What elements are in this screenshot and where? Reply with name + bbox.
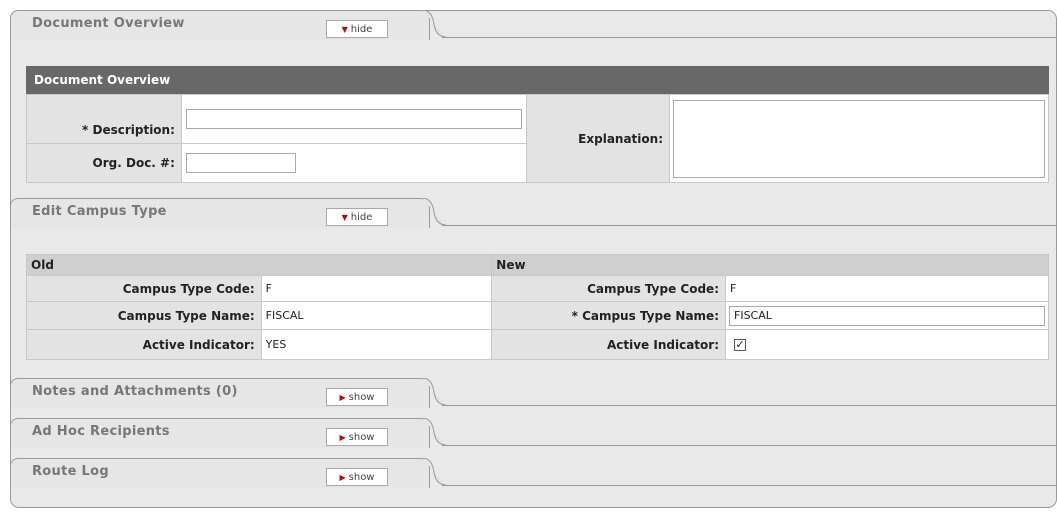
caret-down-icon: ▼ xyxy=(341,212,348,222)
campus-type-table: Old New Campus Type Code: F Campus Type … xyxy=(25,254,1049,360)
tab-curve xyxy=(422,198,446,226)
explanation-label: Explanation: xyxy=(525,94,671,183)
new-active-indicator-cell: ✓ xyxy=(725,329,1049,360)
section-header: Document Overview xyxy=(26,66,1049,94)
new-campus-type-code-label: Campus Type Code: xyxy=(491,275,726,302)
tab-line xyxy=(442,445,1057,446)
old-campus-type-name-value: FISCAL xyxy=(260,301,493,330)
old-campus-type-code-value: F xyxy=(260,275,493,302)
tab-ad-hoc-recipients: Ad Hoc Recipients ▶ show xyxy=(10,418,1057,454)
old-header: Old xyxy=(25,254,493,276)
show-button[interactable]: ▶ show xyxy=(326,428,388,446)
tab-title: Notes and Attachments (0) xyxy=(32,384,238,399)
hide-button[interactable]: ▼ hide xyxy=(326,208,388,226)
caret-down-icon: ▼ xyxy=(341,24,348,34)
maintenance-document-page: Document Overview ▼ hide Document Overvi… xyxy=(0,0,1057,512)
active-indicator-checkbox[interactable]: ✓ xyxy=(734,339,746,351)
tab-title: Edit Campus Type xyxy=(32,204,167,219)
org-doc-cell xyxy=(180,143,527,183)
tab-title: Ad Hoc Recipients xyxy=(32,424,170,439)
tab-curve xyxy=(422,458,446,486)
description-cell xyxy=(180,94,527,144)
tab-route-log: Route Log ▶ show xyxy=(10,458,1057,494)
old-campus-type-name-label: Campus Type Name: xyxy=(26,301,262,330)
new-campus-type-name-cell: FISCAL xyxy=(725,301,1049,330)
show-button[interactable]: ▶ show xyxy=(326,388,388,406)
caret-right-icon: ▶ xyxy=(339,432,346,442)
edit-campus-type-panel: Old New Campus Type Code: F Campus Type … xyxy=(25,254,1049,360)
tab-notes-and-attachments: Notes and Attachments (0) ▶ show xyxy=(10,378,1057,414)
tab-line xyxy=(442,225,1057,226)
toggle-label: hide xyxy=(350,211,373,223)
new-campus-type-code-value: F xyxy=(725,275,1049,302)
caret-right-icon: ▶ xyxy=(339,472,346,482)
tab-curve xyxy=(422,418,446,446)
old-active-indicator-value: YES xyxy=(260,329,493,360)
explanation-textarea[interactable] xyxy=(673,99,1045,178)
org-doc-label: Org. Doc. #: xyxy=(26,143,182,183)
description-label: * Description: xyxy=(26,94,182,144)
toggle-label: hide xyxy=(350,23,373,35)
toggle-label: show xyxy=(348,391,375,403)
toggle-label: show xyxy=(348,471,375,483)
campus-type-name-input[interactable]: FISCAL xyxy=(729,305,1045,326)
tab-title: Document Overview xyxy=(32,16,185,31)
document-overview-panel: Document Overview * Description: Explana… xyxy=(26,66,1049,183)
description-input[interactable] xyxy=(185,109,522,129)
show-button[interactable]: ▶ show xyxy=(326,468,388,486)
tab-line xyxy=(442,405,1057,406)
caret-right-icon: ▶ xyxy=(339,392,346,402)
tab-line xyxy=(442,485,1057,486)
new-active-indicator-label: Active Indicator: xyxy=(491,329,726,360)
toggle-label: show xyxy=(348,431,375,443)
tab-curve xyxy=(422,378,446,406)
tab-title: Route Log xyxy=(32,464,109,479)
tab-line xyxy=(442,37,1057,38)
tab-curve xyxy=(422,10,446,38)
tab-document-overview: Document Overview ▼ hide xyxy=(10,10,1057,46)
tab-edit-campus-type: Edit Campus Type ▼ hide xyxy=(10,198,1057,234)
old-campus-type-code-label: Campus Type Code: xyxy=(26,275,262,302)
explanation-cell xyxy=(669,94,1049,183)
org-doc-input[interactable] xyxy=(185,153,296,173)
new-header: New xyxy=(491,254,1049,276)
hide-button[interactable]: ▼ hide xyxy=(326,20,388,38)
old-active-indicator-label: Active Indicator: xyxy=(26,329,262,360)
overview-table: * Description: Explanation: Org. Doc. #: xyxy=(26,94,1049,183)
new-campus-type-name-label: * Campus Type Name: xyxy=(491,301,726,330)
